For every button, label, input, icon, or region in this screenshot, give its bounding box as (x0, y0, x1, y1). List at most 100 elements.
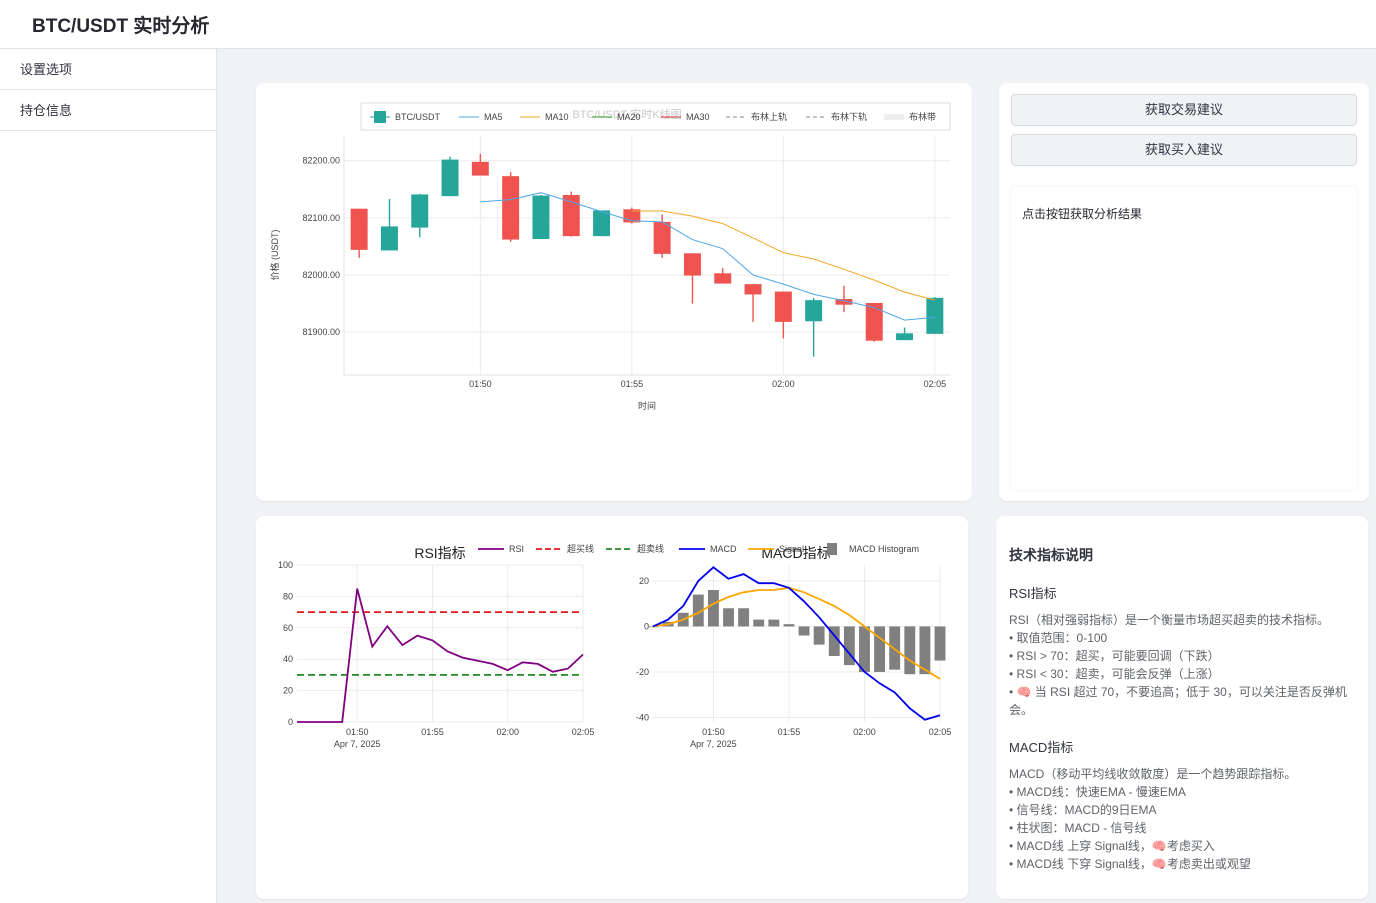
candle-body (653, 221, 671, 254)
macd-line: • MACD线：快速EMA - 慢速EMA (1009, 785, 1186, 799)
legend-label: MA10 (545, 112, 569, 122)
legend-label: MA30 (686, 112, 710, 122)
get-trade-advice-button[interactable]: 获取交易建议 (1011, 94, 1357, 126)
x-tick-label: 01:50 (346, 727, 369, 737)
macd-line: • MACD线 下穿 Signal线，🧠考虑卖出或观望 (1009, 857, 1251, 871)
macd-histogram-bar (813, 626, 825, 645)
y-tick-label: 82100.00 (302, 213, 340, 223)
macd-histogram-bar (753, 619, 765, 627)
candle-body (683, 253, 701, 276)
legend-label: MACD (710, 544, 737, 554)
app-title: BTC/USDT 实时分析 (32, 16, 210, 37)
y-tick-label: 100 (278, 560, 293, 570)
y-tick-label: 0 (288, 717, 293, 727)
rsi-description: RSI（相对强弱指标）是一个衡量市场超买超卖的技术指标。 • 取值范围：0-10… (1009, 611, 1361, 719)
x-tick-label: 02:00 (772, 379, 795, 389)
y-tick-label: 20 (283, 686, 293, 696)
candle-body (714, 273, 732, 284)
macd-description: MACD（移动平均线收敛散度）是一个趋势跟踪指标。 • MACD线：快速EMA … (1009, 765, 1361, 873)
advice-card: 获取交易建议 获取买入建议 点击按钮获取分析结果 (999, 83, 1369, 501)
x-tick-label: 02:00 (853, 727, 876, 737)
x-tick-label: 02:05 (929, 727, 952, 737)
top-bar: BTC/USDT 实时分析 (0, 0, 1376, 49)
y-tick-label: 80 (283, 591, 293, 601)
y-tick-label: 81900.00 (302, 327, 340, 337)
candle-body (350, 208, 368, 250)
legend-label: MA20 (617, 112, 641, 122)
legend-label: RSI (509, 544, 524, 554)
macd-histogram-bar (904, 626, 916, 675)
get-buy-advice-button[interactable]: 获取买入建议 (1011, 134, 1357, 166)
macd-histogram-bar (798, 626, 810, 636)
legend-label: 布林上轨 (751, 111, 787, 122)
y-tick-label: 60 (283, 623, 293, 633)
candle-body (593, 210, 611, 237)
legend-swatch (374, 111, 386, 123)
y-tick-label: 40 (283, 654, 293, 664)
legend-label: MA5 (484, 112, 503, 122)
x-date-label: Apr 7, 2025 (334, 739, 381, 749)
indicator-chart: 0 20 40 60 80 100 01:50 01:55 02:00 02:05 Apr 7, 2… (278, 543, 952, 749)
legend-label: 超买线 (567, 543, 594, 554)
candle-body (926, 297, 944, 334)
x-tick-label: 01:55 (778, 727, 801, 737)
candle-body (562, 195, 580, 237)
candle-body (471, 161, 489, 176)
x-tick-label: 01:55 (421, 727, 444, 737)
y-tick-label: -20 (636, 667, 649, 677)
x-axis-title: 时间 (638, 400, 656, 411)
sidebar: 设置选项 持仓信息 (0, 49, 217, 903)
y-tick-label: 82200.00 (302, 156, 340, 166)
rsi-line (297, 588, 584, 723)
macd-heading: MACD指标 (1009, 740, 1074, 755)
x-tick-label: 02:05 (572, 727, 595, 737)
rsi-line: • RSI < 30：超卖，可能会反弹（上涨） (1009, 667, 1220, 681)
candle-body (502, 176, 520, 240)
macd-line: • 柱状图：MACD - 信号线 (1009, 821, 1147, 835)
y-tick-label: -40 (636, 712, 649, 722)
macd-line: • 信号线：MACD的9日EMA (1009, 803, 1157, 817)
macd-histogram-bar (783, 624, 795, 627)
candle-body (865, 303, 883, 341)
indicator-card: 0 20 40 60 80 100 01:50 01:55 02:00 02:05 Apr 7, 2… (256, 516, 968, 899)
sidebar-item-settings[interactable]: 设置选项 (0, 49, 216, 90)
rsi-line: RSI（相对强弱指标）是一个衡量市场超买超卖的技术指标。 (1009, 613, 1330, 627)
legend-label: 布林带 (909, 111, 936, 122)
candle-body (441, 159, 459, 197)
y-tick-label: 20 (639, 576, 649, 586)
x-tick-label: 01:55 (621, 379, 644, 389)
macd-histogram-bar (874, 626, 886, 672)
rsi-line: • RSI > 70：超买，可能要回调（下跌） (1009, 649, 1220, 663)
y-tick-label: 82000.00 (302, 270, 340, 280)
rsi-line: • 🧠 当 RSI 超过 70，不要追高；低于 30，可以关注是否反弹机会。 (1009, 685, 1347, 717)
rsi-heading: RSI指标 (1009, 586, 1057, 601)
candle-body (380, 226, 398, 251)
y-axis-title: 价格 (USDT) (269, 230, 280, 281)
macd-line: MACD（移动平均线收敛散度）是一个趋势跟踪指标。 (1009, 767, 1297, 781)
x-tick-label: 01:50 (469, 379, 492, 389)
rsi-line: • 取值范围：0-100 (1009, 631, 1108, 645)
candle-body (411, 194, 429, 228)
macd-line: • MACD线 上穿 Signal线，🧠考虑买入 (1009, 839, 1215, 853)
legend-label: 超卖线 (637, 543, 664, 554)
candle-body (896, 333, 914, 341)
x-tick-label: 02:00 (496, 727, 519, 737)
macd-histogram-bar (707, 590, 719, 627)
x-tick-label: 02:05 (924, 379, 947, 389)
macd-histogram-bar (889, 626, 901, 670)
x-tick-label: 01:50 (702, 727, 725, 737)
legend-label: 布林下轨 (831, 111, 867, 122)
kline-card: 81900.00 82000.00 82100.00 82200.00 01:50 01:… (256, 83, 972, 501)
analysis-result-box: 点击按钮获取分析结果 (1011, 187, 1357, 490)
panel-title: RSI指标 (414, 545, 465, 561)
sidebar-item-positions[interactable]: 持仓信息 (0, 90, 216, 131)
macd-histogram-bar (768, 619, 780, 627)
legend-label: MACD Histogram (849, 544, 919, 554)
candle-body (744, 284, 762, 295)
candle-body (774, 291, 792, 322)
x-date-label: Apr 7, 2025 (690, 739, 737, 749)
macd-histogram-bar (934, 626, 946, 661)
candle-body (805, 300, 823, 322)
macd-histogram-bar (723, 608, 734, 627)
macd-histogram-bar (738, 608, 750, 627)
